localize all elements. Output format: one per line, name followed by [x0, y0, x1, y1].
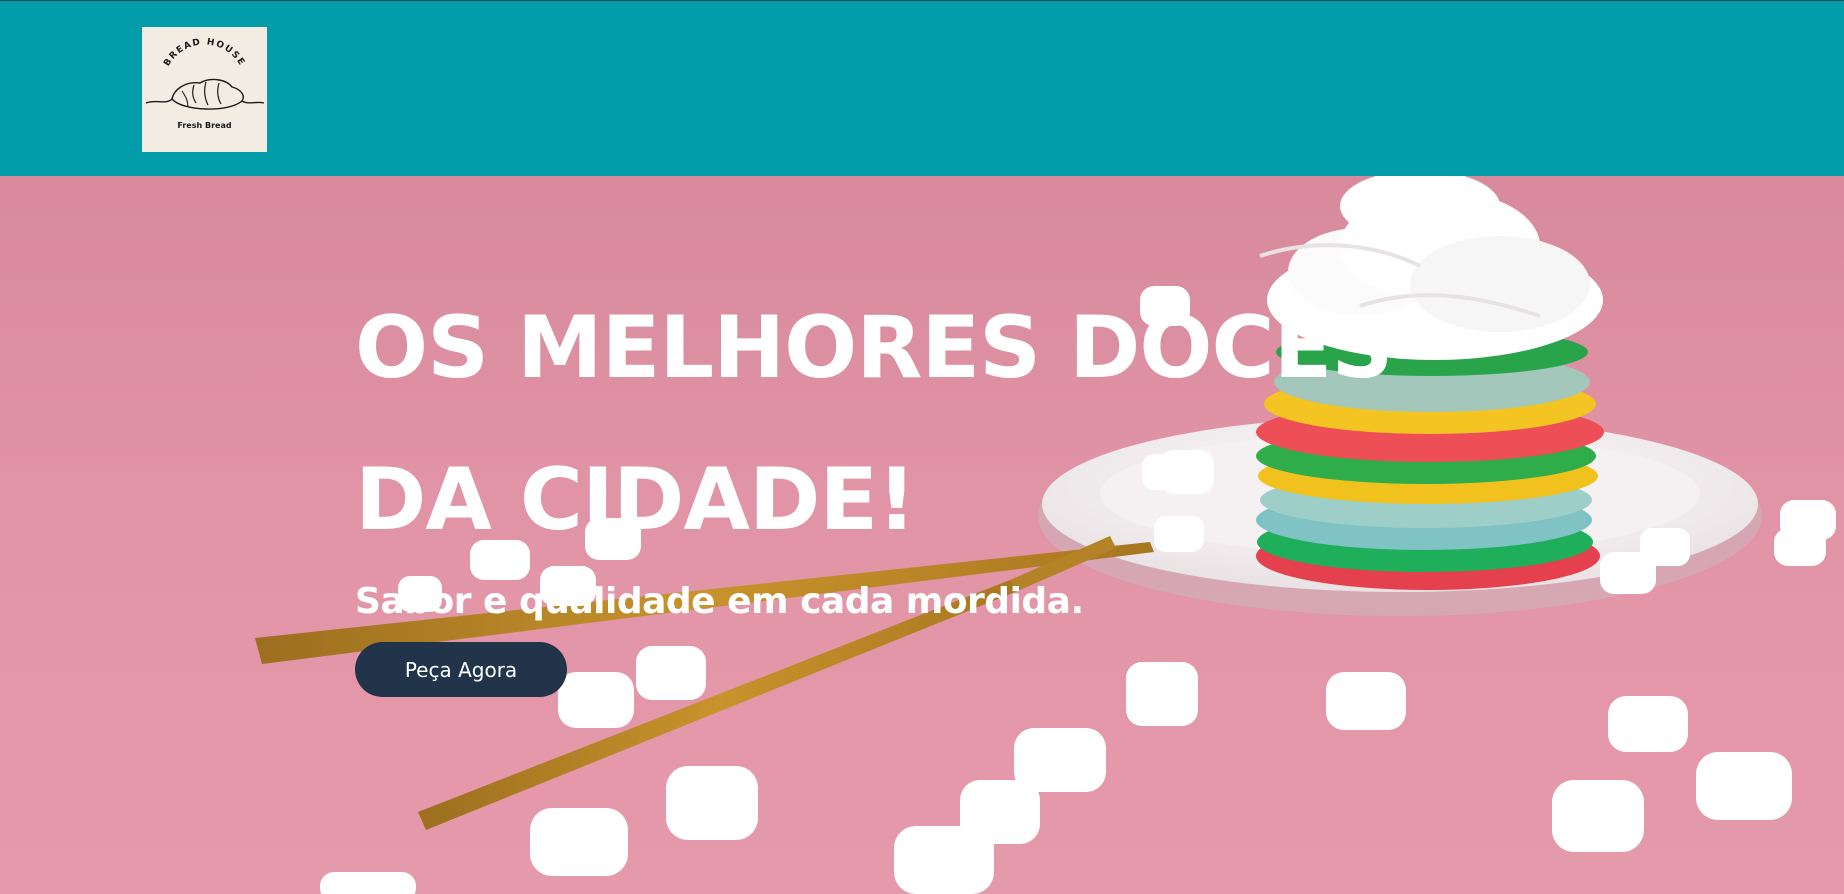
- site-header: BREAD HOUSE Fresh Bread: [0, 0, 1844, 176]
- brand-logo[interactable]: BREAD HOUSE Fresh Bread: [142, 27, 267, 152]
- bread-logo-icon: BREAD HOUSE Fresh Bread: [145, 37, 265, 130]
- hero-title: OS MELHORES DOCES DA CIDADE!: [355, 298, 1393, 550]
- hero-subtitle: Sabor e qualidade em cada mordida.: [355, 581, 1084, 622]
- hero-banner: OS MELHORES DOCES DA CIDADE! Sabor e qua…: [0, 176, 1844, 894]
- logo-brand-top: BREAD HOUSE: [162, 37, 246, 68]
- logo-brand-bottom: Fresh Bread: [177, 121, 231, 130]
- order-now-button[interactable]: Peça Agora: [355, 642, 567, 697]
- hero-content: OS MELHORES DOCES DA CIDADE! Sabor e qua…: [355, 272, 1455, 697]
